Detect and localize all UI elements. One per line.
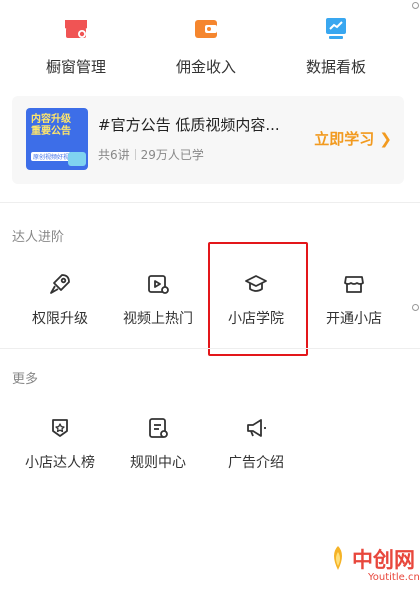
grid-item-rules-center[interactable]: 规则中心 <box>108 416 208 472</box>
badge-star-icon <box>48 416 72 440</box>
grid-item-label: 广告介绍 <box>228 455 284 471</box>
megaphone-icon <box>244 416 268 440</box>
grid-item-label: 开通小店 <box>326 311 382 327</box>
grid-item-label: 权限升级 <box>32 311 88 327</box>
thumb-title: 内容升级 重要公告 <box>31 114 71 137</box>
rules-doc-icon <box>146 416 170 440</box>
tool-label: 数据看板 <box>305 58 366 76</box>
video-hot-icon <box>146 272 170 296</box>
course-announcement-card[interactable]: 内容升级 重要公告 原创视频好视 #官方公告 低质视频内容... 共6讲 29万人已… <box>12 96 404 184</box>
divider <box>0 348 420 349</box>
thumb-tag: 原创视频好视 <box>31 152 72 161</box>
wallet-icon <box>192 14 220 42</box>
top-tools-row: 橱窗管理 佣金收入 数据看板 <box>0 0 420 100</box>
grid-item-permission-upgrade[interactable]: 权限升级 <box>10 272 110 328</box>
thumb-illustration <box>68 152 86 166</box>
grid-item-label: 小店达人榜 <box>25 455 95 471</box>
course-thumbnail: 内容升级 重要公告 原创视频好视 <box>26 108 88 170</box>
rocket-icon <box>48 272 72 296</box>
site-watermark: 中创网 Youtitle.cn <box>314 538 420 592</box>
lesson-count: 共6讲 <box>98 148 130 162</box>
tool-label: 佣金收入 <box>175 58 236 76</box>
grid-item-shop-ranking[interactable]: 小店达人榜 <box>10 416 110 472</box>
highlight-annotation-box <box>208 242 308 356</box>
edge-marker <box>412 2 419 9</box>
grid-item-label: 规则中心 <box>130 455 186 471</box>
tool-data-board[interactable]: 数据看板 <box>286 14 386 77</box>
watermark-brand: 中创网 <box>352 548 415 572</box>
divider <box>0 202 420 203</box>
section-title-advance: 达人进阶 <box>12 230 65 245</box>
data-board-icon <box>322 14 350 42</box>
course-title: #官方公告 低质视频内容... <box>98 116 280 134</box>
watermark-logo-icon <box>326 544 350 572</box>
shop-window-icon <box>62 14 90 42</box>
grid-item-video-hot[interactable]: 视频上热门 <box>108 272 208 328</box>
course-meta: 共6讲 29万人已学 <box>98 146 204 163</box>
learner-count: 29万人已学 <box>140 148 204 162</box>
grid-item-ad-intro[interactable]: 广告介绍 <box>206 416 306 472</box>
edge-marker <box>412 304 419 311</box>
tool-label: 橱窗管理 <box>45 58 106 76</box>
watermark-url: Youtitle.cn <box>368 572 420 583</box>
grid-item-label: 视频上热门 <box>123 311 193 327</box>
section-title-more: 更多 <box>12 372 39 387</box>
meta-separator <box>134 149 136 160</box>
tool-shop-window[interactable]: 橱窗管理 <box>26 14 126 77</box>
store-icon <box>342 272 366 296</box>
learn-now-button[interactable]: 立即学习 ❯ <box>314 128 392 149</box>
tool-commission[interactable]: 佣金收入 <box>156 14 256 77</box>
grid-item-open-shop[interactable]: 开通小店 <box>304 272 404 328</box>
